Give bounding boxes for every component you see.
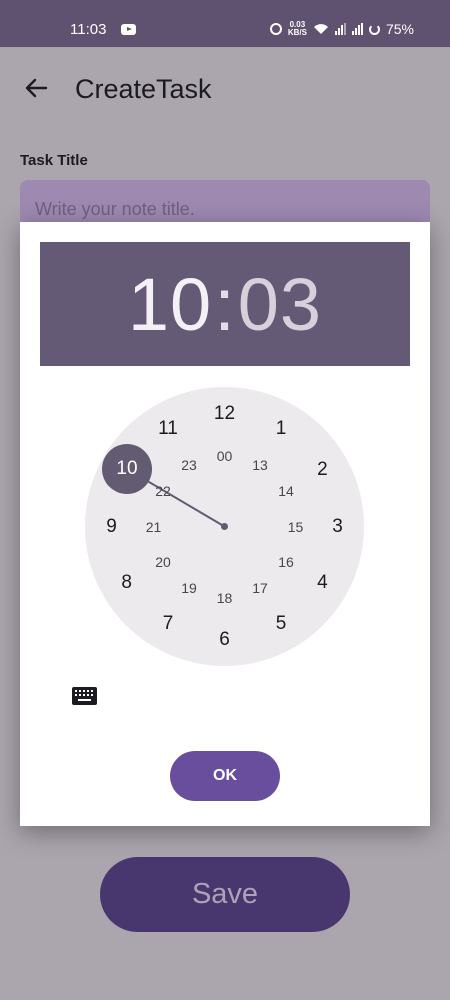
keyboard-icon[interactable] — [72, 687, 97, 705]
clock-number-11[interactable]: 11 — [158, 418, 178, 440]
clock-number-5[interactable]: 5 — [276, 613, 287, 635]
hour-display[interactable]: 10 — [128, 262, 212, 347]
ok-label: OK — [213, 767, 237, 784]
ok-button[interactable]: OK — [170, 751, 280, 801]
network-speed: 0.03 KB/S — [288, 21, 307, 37]
back-arrow-icon[interactable] — [22, 74, 50, 102]
task-title-placeholder: Write your note title. — [35, 199, 195, 219]
clock-number-19[interactable]: 19 — [181, 580, 197, 596]
time-separator: : — [214, 262, 236, 346]
clock-number-22[interactable]: 22 — [155, 483, 171, 499]
clock-number-14[interactable]: 14 — [278, 483, 294, 499]
selected-hour: 10 — [116, 458, 138, 479]
page-title: CreateTask — [75, 74, 212, 104]
clock-number-9[interactable]: 9 — [106, 516, 117, 538]
network-speed-unit: KB/S — [287, 28, 307, 37]
clock-number-12[interactable]: 12 — [214, 403, 235, 425]
time-picker-dialog: 10 : 03 10 12123456789101100131415161718… — [20, 222, 430, 826]
clock-number-23[interactable]: 23 — [181, 457, 197, 473]
selected-hour-bubble[interactable]: 10 — [102, 444, 152, 494]
battery-icon — [368, 23, 380, 35]
signal-icon — [334, 23, 346, 35]
clock-number-4[interactable]: 4 — [317, 572, 328, 594]
clock-number-16[interactable]: 16 — [278, 554, 294, 570]
clock-number-13[interactable]: 13 — [252, 457, 268, 473]
clock-number-3[interactable]: 3 — [332, 516, 343, 538]
clock-dial[interactable]: 10 1212345678910110013141516171819202122… — [85, 387, 364, 666]
clock-number-00[interactable]: 00 — [217, 448, 233, 464]
time-display: 10 : 03 — [40, 242, 410, 366]
clock-number-8[interactable]: 8 — [121, 572, 132, 594]
status-time: 11:03 — [70, 21, 107, 38]
clock-number-21[interactable]: 21 — [146, 519, 162, 535]
save-button[interactable]: Save — [100, 857, 350, 932]
task-title-label: Task Title — [20, 152, 88, 169]
save-label: Save — [191, 878, 259, 910]
alarm-icon — [269, 23, 282, 35]
clock-number-2[interactable]: 2 — [317, 459, 328, 481]
clock-number-17[interactable]: 17 — [252, 580, 268, 596]
clock-number-1[interactable]: 1 — [276, 418, 287, 440]
youtube-icon — [121, 24, 136, 35]
signal-icon — [351, 23, 363, 35]
minute-display[interactable]: 03 — [238, 262, 322, 347]
clock-number-7[interactable]: 7 — [163, 613, 174, 635]
clock-number-20[interactable]: 20 — [155, 554, 171, 570]
clock-number-6[interactable]: 6 — [219, 629, 230, 651]
clock-hand — [126, 468, 228, 530]
status-bar: 11:03 0.03 KB/S 75% — [0, 0, 450, 47]
wifi-icon — [313, 24, 328, 34]
clock-number-18[interactable]: 18 — [217, 590, 233, 606]
status-indicators: 0.03 KB/S 75% — [269, 21, 414, 37]
battery-level: 75% — [385, 21, 414, 37]
clock-number-15[interactable]: 15 — [288, 519, 304, 535]
